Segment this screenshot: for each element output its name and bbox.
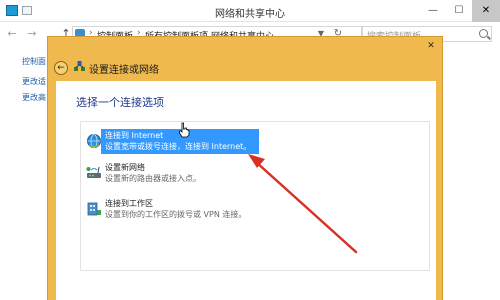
option-title: 连接到工作区 [105, 199, 153, 208]
dialog-close-button[interactable]: ✕ [424, 41, 438, 51]
dialog-title: 设置连接或网络 [89, 65, 159, 76]
option-connect-workplace[interactable]: 连接到工作区 设置到你的工作区的拨号或 VPN 连接。 [83, 196, 429, 224]
close-button[interactable]: ✕ [472, 0, 500, 22]
sidebar-link-advanced[interactable]: 更改高 [22, 92, 46, 103]
option-connect-internet[interactable]: 连接到 Internet 设置宽带或拨号连接，连接到 Internet。 [83, 128, 429, 156]
option-setup-new-network[interactable]: 设置新网络 设置新的路由器或接入点。 [83, 160, 429, 188]
dialog-heading: 选择一个连接选项 [76, 96, 164, 109]
maximize-button[interactable]: ☐ [446, 0, 472, 22]
option-title: 连接到 Internet [105, 131, 164, 140]
network-setup-icon [74, 61, 85, 71]
option-description: 设置新的路由器或接入点。 [105, 174, 201, 183]
option-title: 设置新网络 [105, 163, 145, 172]
title-bar: 网络和共享中心 — ☐ ✕ [0, 0, 500, 22]
connection-options-list: 连接到 Internet 设置宽带或拨号连接，连接到 Internet。 设置新… [80, 121, 430, 271]
minimize-button[interactable]: — [420, 0, 446, 22]
option-description: 设置宽带或拨号连接，连接到 Internet。 [105, 142, 252, 151]
sidebar-link-adapter[interactable]: 更改适 [22, 76, 46, 87]
workplace-icon [87, 202, 101, 216]
search-icon[interactable] [479, 29, 488, 38]
sidebar-link-control-panel[interactable]: 控制面 [22, 56, 46, 67]
back-arrow-icon[interactable]: ← [54, 61, 68, 75]
globe-icon [87, 134, 101, 148]
setup-connection-dialog: ✕ ← 设置连接或网络 选择一个连接选项 连接到 Internet 设置宽带或拨… [47, 36, 443, 300]
router-icon [86, 166, 101, 178]
dialog-body: 选择一个连接选项 连接到 Internet 设置宽带或拨号连接，连接到 Inte… [56, 81, 436, 300]
forward-arrow-icon[interactable]: → [26, 28, 38, 40]
option-description: 设置到你的工作区的拨号或 VPN 连接。 [105, 210, 247, 219]
back-arrow-icon[interactable]: ← [6, 28, 18, 40]
hand-cursor-icon [179, 122, 190, 138]
